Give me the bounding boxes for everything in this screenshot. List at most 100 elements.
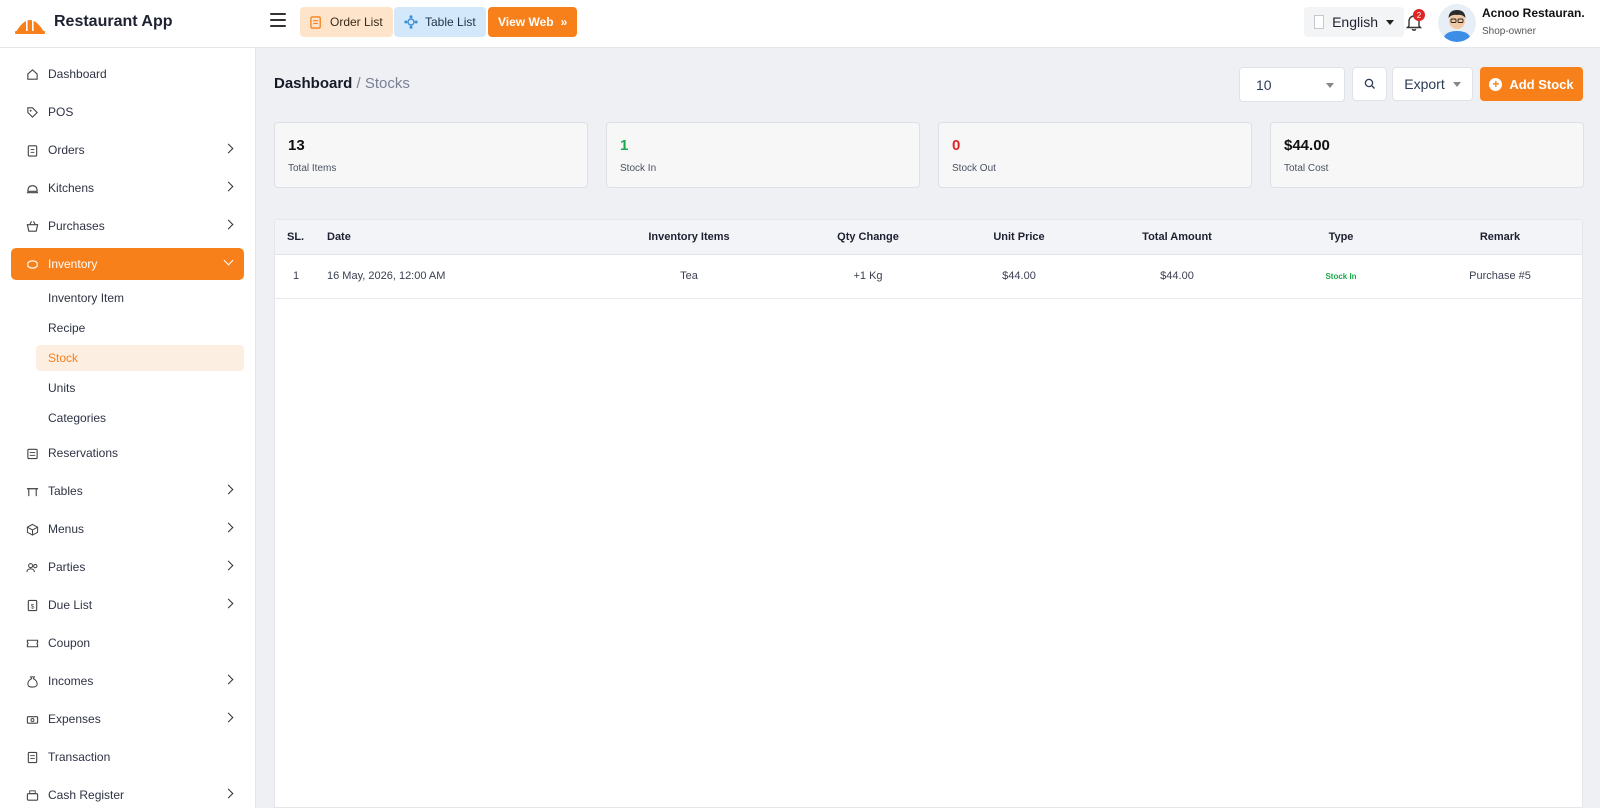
sidebar-item-label: Coupon (48, 636, 91, 650)
caret-down-icon (1326, 83, 1334, 88)
chevron-right-icon (223, 219, 234, 230)
cell-remark: Purchase #5 (1469, 270, 1531, 282)
users-icon (26, 562, 38, 572)
chevron-right-icon (223, 181, 234, 192)
sidebar-item-inventory[interactable]: Inventory (11, 248, 244, 280)
export-button[interactable]: Export (1392, 67, 1473, 101)
search-icon (1364, 78, 1375, 89)
chevron-right-icon (223, 143, 234, 154)
column-header-total-amount: Total Amount (1142, 231, 1212, 243)
sidebar-item-orders[interactable]: Orders (11, 134, 244, 166)
avatar[interactable] (1438, 4, 1476, 42)
language-selector[interactable]: English (1304, 7, 1404, 37)
user-name: Acnoo Restauran. (1482, 6, 1585, 20)
cash-icon (26, 715, 39, 724)
caret-down-icon (1386, 19, 1394, 25)
sidebar-item-purchases[interactable]: Purchases (11, 210, 244, 242)
cube-icon (26, 523, 39, 536)
cell-date: 16 May, 2026, 12:00 AM (327, 270, 446, 282)
flag-icon (1314, 15, 1325, 29)
cell-unit-price: $44.00 (1002, 270, 1036, 282)
top-bar: Restaurant App Order List Table List Vie… (0, 0, 1600, 48)
sidebar-subitem-recipe[interactable]: Recipe (36, 315, 244, 341)
search-button[interactable] (1352, 67, 1387, 101)
sidebar-item-parties[interactable]: Parties (11, 551, 244, 583)
export-label: Export (1404, 76, 1445, 92)
sidebar-item-dashboard[interactable]: Dashboard (11, 58, 244, 90)
sidebar-item-label: Reservations (48, 446, 119, 460)
sidebar-item-coupon[interactable]: Coupon (11, 627, 244, 659)
sidebar-item-label: Expenses (48, 712, 101, 726)
page-size-select[interactable]: 10 (1239, 67, 1345, 102)
column-header-type: Type (1328, 231, 1354, 243)
cell-total-amount: $44.00 (1160, 270, 1194, 282)
register-icon (26, 789, 39, 801)
stat-value: $44.00 (1284, 137, 1330, 154)
app-name: Restaurant App (54, 13, 173, 30)
chevron-right-icon (223, 712, 234, 723)
menu-toggle-icon[interactable] (270, 13, 286, 29)
sidebar: Dashboard POS Orders Kitchens Purchases … (0, 48, 256, 808)
sidebar-item-transaction[interactable]: Transaction (11, 741, 244, 773)
sidebar-subitem-label: Recipe (48, 321, 86, 335)
sidebar-item-label: Incomes (48, 674, 94, 688)
chevron-right-icon (223, 598, 234, 609)
view-web-button[interactable]: View Web » (488, 7, 578, 37)
view-web-label: View Web (498, 15, 554, 29)
stat-card-stock-in: 1 Stock In (606, 122, 920, 188)
sidebar-item-label: Orders (48, 143, 85, 157)
sidebar-subitem-label: Categories (48, 411, 107, 425)
sidebar-subitem-units[interactable]: Units (36, 375, 244, 401)
table-header: SL. Date Inventory Items Qty Change Unit… (275, 220, 1582, 255)
home-icon (27, 68, 38, 80)
sidebar-subitem-label: Stock (48, 351, 79, 365)
double-chevron-right-icon: » (560, 15, 568, 29)
table-row[interactable]: 1 16 May, 2026, 12:00 AM Tea +1 Kg $44.0… (275, 255, 1582, 299)
sidebar-subitem-inventory-item[interactable]: Inventory Item (36, 285, 244, 311)
sidebar-item-incomes[interactable]: Incomes (11, 665, 244, 697)
sidebar-item-menus[interactable]: Menus (11, 513, 244, 545)
language-label: English (1332, 14, 1378, 30)
sidebar-subitem-stock[interactable]: Stock (36, 345, 244, 371)
chevron-right-icon (223, 484, 234, 495)
sidebar-item-tables[interactable]: Tables (11, 475, 244, 507)
stock-table: SL. Date Inventory Items Qty Change Unit… (274, 219, 1583, 808)
sidebar-item-reservations[interactable]: Reservations (11, 437, 244, 469)
receipt-icon: $ (27, 599, 38, 611)
order-list-icon (310, 15, 321, 29)
column-header-unit-price: Unit Price (993, 231, 1045, 243)
sidebar-item-due-list[interactable]: $ Due List (11, 589, 244, 621)
sidebar-item-pos[interactable]: POS (11, 96, 244, 128)
chevron-right-icon (223, 522, 234, 533)
ledger-icon (27, 751, 38, 763)
add-stock-button[interactable]: + Add Stock (1480, 67, 1583, 101)
basket-icon (26, 220, 39, 232)
sidebar-item-label: Purchases (48, 219, 105, 233)
sidebar-item-label: Parties (48, 560, 86, 574)
plus-circle-icon: + (1489, 77, 1503, 91)
sidebar-item-cash-register[interactable]: Cash Register (11, 779, 244, 808)
sidebar-item-label: Due List (48, 598, 93, 612)
chevron-down-icon (223, 255, 234, 266)
breadcrumb: Dashboard / Stocks (274, 75, 410, 92)
table-icon (26, 487, 39, 496)
add-stock-label: Add Stock (1509, 76, 1574, 92)
user-role: Shop-owner (1482, 26, 1536, 37)
sidebar-item-label: Kitchens (48, 181, 95, 195)
brand[interactable]: Restaurant App (14, 10, 173, 34)
sidebar-item-kitchens[interactable]: Kitchens (11, 172, 244, 204)
table-list-button[interactable]: Table List (394, 7, 486, 37)
sidebar-item-expenses[interactable]: Expenses (11, 703, 244, 735)
clipboard-icon (27, 144, 38, 157)
cell-sl: 1 (293, 270, 300, 282)
sidebar-subitem-categories[interactable]: Categories (36, 405, 244, 431)
sidebar-item-label: Tables (48, 484, 83, 498)
status-badge: Stock In (1325, 272, 1357, 281)
order-list-button[interactable]: Order List (300, 7, 393, 37)
sidebar-item-label: Dashboard (48, 67, 107, 81)
stat-label: Stock Out (952, 163, 996, 174)
breadcrumb-root[interactable]: Dashboard (274, 75, 352, 92)
box-icon (27, 259, 38, 269)
column-header-sl: SL. (287, 231, 305, 243)
sidebar-item-label: Inventory (48, 257, 98, 271)
